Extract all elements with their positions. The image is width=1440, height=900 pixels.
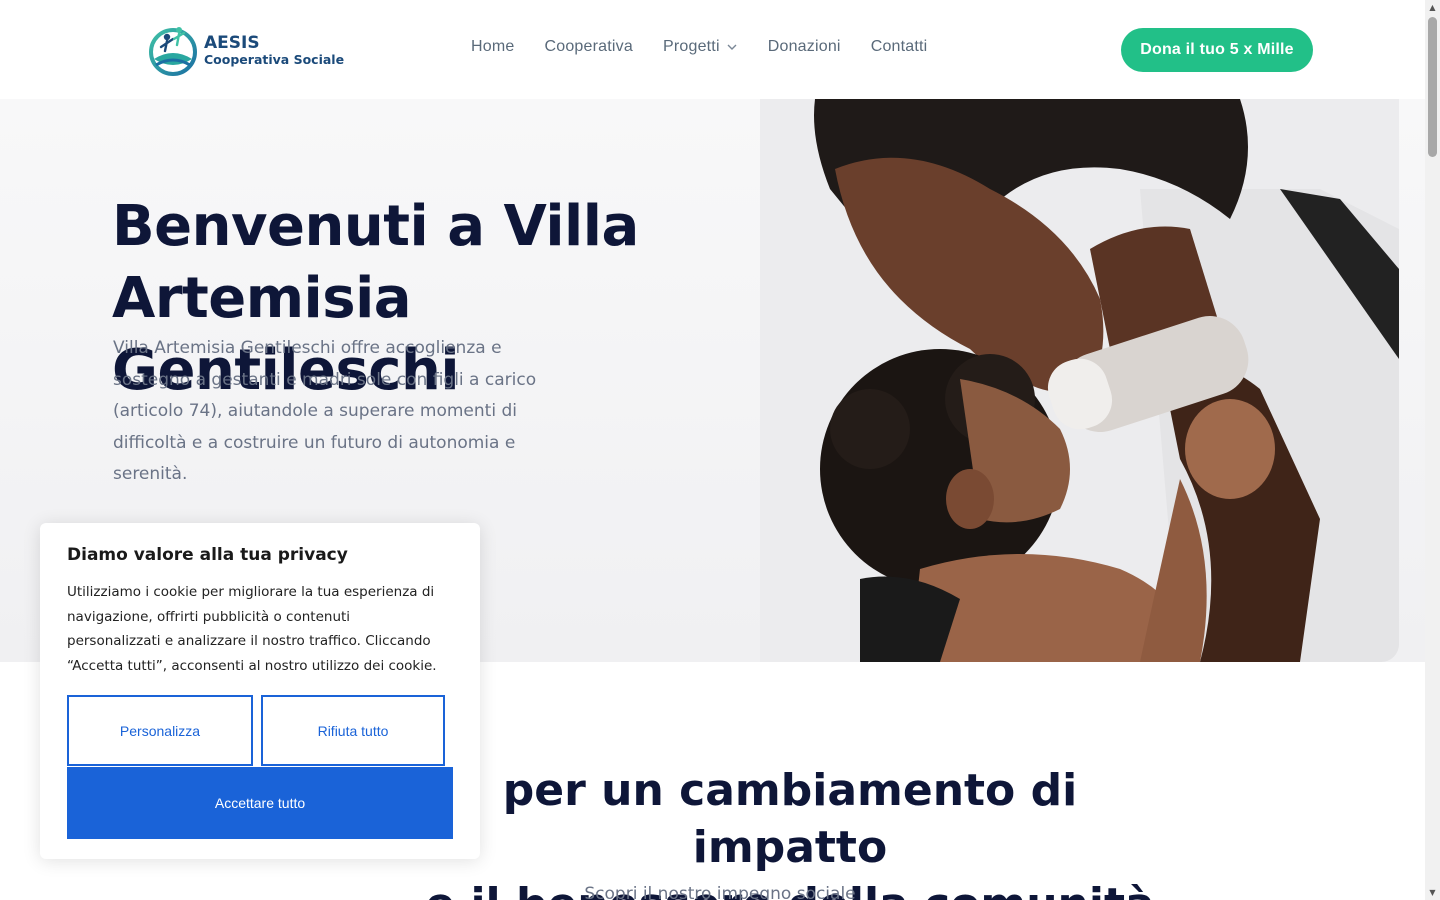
nav-item-progetti[interactable]: Progetti	[663, 38, 738, 56]
scroll-up-arrow-icon[interactable]: ▲	[1425, 0, 1440, 15]
section-title-line1: per un cambiamento di impatto	[502, 765, 1078, 873]
hero-description: Villa Artemisia Gentileschi offre accogl…	[113, 338, 537, 485]
cookie-text: Utilizziamo i cookie per migliorare la t…	[67, 584, 437, 675]
section-title: per un cambiamento di impatto e il benes…	[400, 762, 1180, 900]
donate-5x1000-button[interactable]: Dona il tuo 5 x Mille	[1121, 28, 1313, 72]
cookie-title: Diamo valore alla tua privacy	[67, 545, 348, 565]
nav-item-progetti-label: Progetti	[662, 38, 720, 55]
main-nav: Home Cooperativa Progetti Donazioni Cont…	[471, 38, 957, 56]
cookie-customize-button[interactable]: Personalizza	[67, 695, 253, 766]
hero-image-mother-and-baby	[760, 99, 1399, 662]
nav-item-cooperativa[interactable]: Cooperativa	[544, 38, 632, 56]
site-logo[interactable]: AESIS Cooperativa Sociale	[148, 25, 344, 77]
scrollbar-thumb[interactable]	[1428, 17, 1437, 157]
logo-name: AESIS	[204, 33, 260, 54]
hero-title-line1: Benvenuti a Villa	[112, 194, 639, 259]
site-header: AESIS Cooperativa Sociale Home Cooperati…	[0, 0, 1425, 99]
hero-photo-illustration	[760, 99, 1399, 662]
logo-mark-icon	[149, 27, 197, 76]
scroll-down-arrow-icon[interactable]: ▼	[1425, 885, 1440, 900]
page-scrollbar[interactable]: ▲ ▼	[1425, 0, 1440, 900]
cookie-consent-banner: Diamo valore alla tua privacy Utilizziam…	[40, 523, 480, 859]
logo-subtitle: Cooperativa Sociale	[204, 52, 345, 68]
chevron-down-icon	[727, 44, 737, 50]
logo-text: AESIS Cooperativa Sociale	[204, 35, 344, 67]
cookie-accept-all-button[interactable]: Accettare tutto	[67, 767, 453, 839]
nav-item-home[interactable]: Home	[471, 38, 514, 56]
section-subtitle: Scopri il nostro impegno sociale	[584, 884, 856, 900]
nav-item-donazioni[interactable]: Donazioni	[768, 38, 841, 56]
nav-item-contatti[interactable]: Contatti	[871, 38, 928, 56]
cookie-reject-all-button[interactable]: Rifiuta tutto	[261, 695, 445, 766]
